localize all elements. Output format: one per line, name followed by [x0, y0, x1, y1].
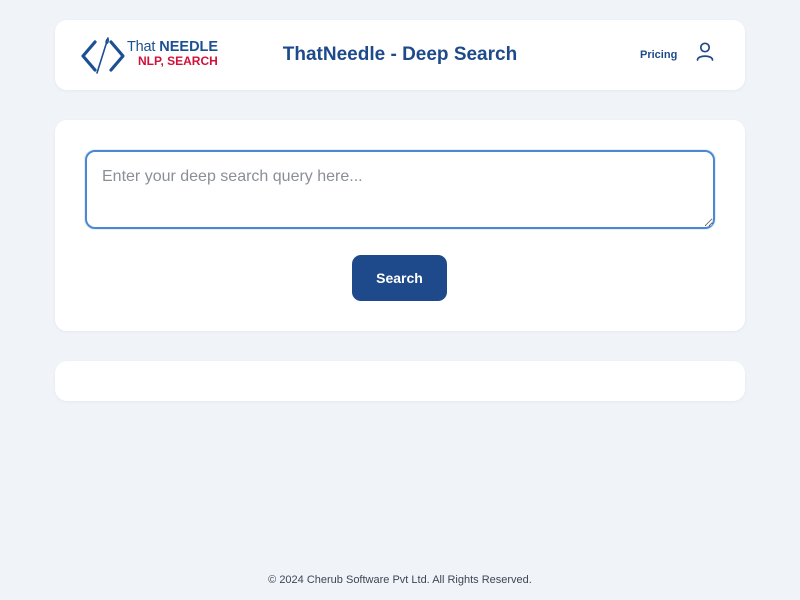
logo-tagline: NLP, SEARCH: [138, 54, 218, 68]
search-panel: Search: [55, 120, 745, 331]
results-panel: [55, 361, 745, 401]
logo-title: That NEEDLE: [127, 40, 218, 55]
footer-copyright: © 2024 Cherub Software Pvt Ltd. All Righ…: [268, 574, 532, 586]
code-needle-icon: [81, 37, 125, 74]
search-button[interactable]: Search: [352, 255, 447, 301]
search-query-input[interactable]: [85, 150, 715, 229]
user-icon[interactable]: [695, 41, 715, 63]
logo[interactable]: That NEEDLE NLP, SEARCH: [81, 36, 218, 76]
header-bar: That NEEDLE NLP, SEARCH ThatNeedle - Dee…: [55, 20, 745, 90]
logo-title-that: That: [127, 39, 156, 55]
pricing-link[interactable]: Pricing: [640, 49, 677, 61]
page: That NEEDLE NLP, SEARCH ThatNeedle - Dee…: [0, 0, 800, 600]
logo-title-needle: NEEDLE: [159, 39, 219, 55]
